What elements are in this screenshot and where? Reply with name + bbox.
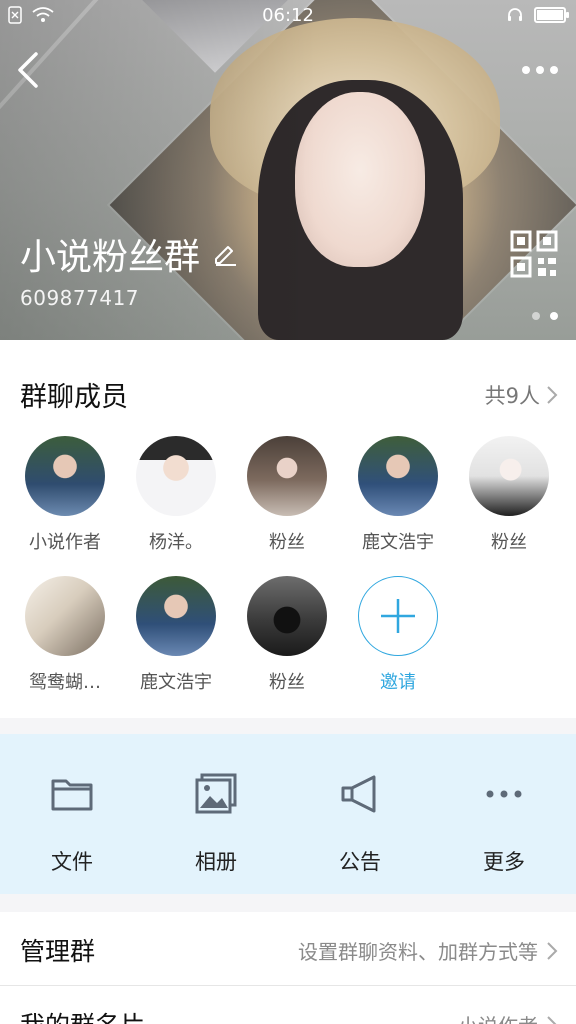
member-name: 粉丝 [491, 532, 527, 553]
member-item[interactable]: 鸳鸯蝴… [10, 576, 120, 694]
chevron-left-icon [18, 52, 38, 88]
headset-icon [508, 8, 522, 21]
avatar [25, 436, 105, 516]
member-name: 鹿文浩宇 [362, 532, 434, 553]
group-settings-list: 管理群 设置群聊资料、加群方式等 我的群名片 小说作者 [0, 912, 576, 1024]
pencil-icon[interactable] [212, 241, 238, 267]
avatar [25, 576, 105, 656]
members-count: 共9人 [484, 384, 540, 408]
files-button[interactable]: 文件 [0, 734, 144, 894]
group-number: 609877417 [20, 286, 140, 310]
member-item[interactable]: 粉丝 [232, 436, 342, 554]
chevron-right-icon [547, 1015, 557, 1024]
more-dot [522, 66, 530, 74]
my-group-card-row[interactable]: 我的群名片 小说作者 [0, 986, 576, 1024]
page-dot-active [550, 312, 558, 320]
members-count-link[interactable]: 共9人 [485, 380, 558, 410]
avatar [247, 436, 327, 516]
setting-value: 小说作者 [458, 1010, 538, 1024]
more-dot [550, 66, 558, 74]
member-name: 鸳鸯蝴… [29, 672, 101, 693]
announcement-button[interactable]: 公告 [288, 734, 432, 894]
avatar [469, 436, 549, 516]
album-icon [195, 773, 237, 814]
more-dots-icon [486, 790, 522, 798]
invite-label: 邀请 [380, 672, 416, 693]
more-options-button[interactable] [518, 56, 562, 84]
more-dot [536, 66, 544, 74]
banner-page-indicator [532, 312, 558, 320]
setting-key: 管理群 [20, 937, 96, 966]
member-item[interactable]: 鹿文浩宇 [121, 576, 231, 694]
member-item[interactable]: 鹿文浩宇 [343, 436, 453, 554]
members-title: 群聊成员 [20, 382, 128, 413]
setting-key: 我的群名片 [20, 1006, 145, 1024]
avatar [247, 576, 327, 656]
manage-group-row[interactable]: 管理群 设置群聊资料、加群方式等 [0, 912, 576, 986]
member-item[interactable]: 粉丝 [232, 576, 342, 694]
avatar [136, 436, 216, 516]
member-name: 杨洋。 [149, 532, 203, 553]
setting-value-wrap: 小说作者 [458, 1010, 558, 1024]
member-item[interactable]: 粉丝 [454, 436, 564, 554]
status-bar: 06:12 [0, 0, 576, 32]
group-name: 小说粉丝群 [20, 237, 201, 278]
avatar [358, 436, 438, 516]
status-time: 06:12 [262, 5, 314, 26]
battery-icon [534, 7, 569, 23]
setting-value: 设置群聊资料、加群方式等 [298, 940, 538, 964]
member-item[interactable]: 小说作者 [10, 436, 120, 554]
chevron-right-icon [547, 386, 558, 404]
group-name-row[interactable]: 小说粉丝群 [20, 228, 238, 280]
member-name: 粉丝 [269, 532, 305, 553]
setting-value-wrap: 设置群聊资料、加群方式等 [298, 936, 558, 965]
back-button[interactable] [10, 48, 50, 92]
member-name: 鹿文浩宇 [140, 672, 212, 693]
album-button[interactable]: 相册 [144, 734, 288, 894]
announcement-label: 公告 [339, 850, 381, 874]
folder-icon [51, 779, 93, 811]
group-actions-bar: 文件 相册 公告 更多 [0, 734, 576, 894]
status-right [506, 6, 569, 24]
page-dot [532, 312, 540, 320]
more-button[interactable]: 更多 [432, 734, 576, 894]
qr-code-button[interactable] [510, 230, 558, 278]
member-name: 小说作者 [29, 532, 101, 553]
group-members-section: 群聊成员 共9人 小说作者 杨洋。 粉丝 鹿文浩宇 粉丝 鸳鸯蝴… 鹿文浩宇 粉… [0, 340, 576, 718]
invite-circle [358, 576, 438, 656]
group-header-banner: 06:12 小说粉丝群 609877417 [0, 0, 576, 340]
chevron-right-icon [547, 941, 558, 960]
album-label: 相册 [195, 850, 237, 874]
more-label: 更多 [483, 850, 525, 874]
plus-icon [381, 599, 415, 633]
qr-code-icon [510, 230, 558, 278]
megaphone-icon [341, 775, 376, 813]
invite-member-button[interactable]: 邀请 [343, 576, 453, 694]
files-label: 文件 [51, 850, 93, 874]
avatar [136, 576, 216, 656]
member-name: 粉丝 [269, 672, 305, 693]
member-item[interactable]: 杨洋。 [121, 436, 231, 554]
